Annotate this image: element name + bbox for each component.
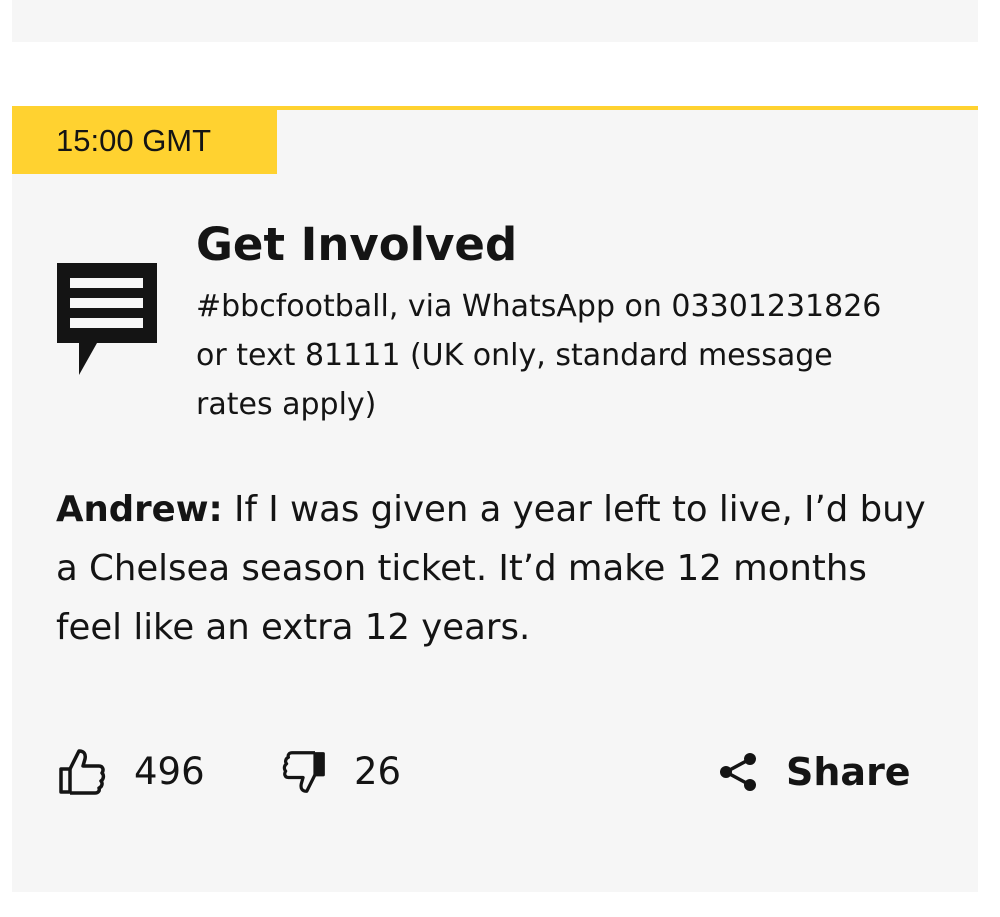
like-count: 496	[134, 750, 205, 793]
comment-author: Andrew:	[56, 489, 223, 530]
thumbs-down-icon	[282, 748, 326, 796]
live-post: 15:00 GMT Get Involved #bbcfootball, via…	[12, 106, 978, 892]
get-involved-text: #bbcfootball, via WhatsApp on 0330123182…	[196, 289, 882, 422]
get-involved-title: Get Involved	[196, 218, 518, 271]
share-icon	[718, 752, 758, 792]
thumbs-up-icon	[58, 748, 106, 796]
share-label: Share	[786, 750, 911, 794]
previous-post-card	[12, 0, 978, 42]
share-button[interactable]: Share	[718, 742, 911, 802]
dislike-count: 26	[354, 750, 402, 793]
post-timestamp: 15:00 GMT	[12, 110, 277, 174]
dislike-button[interactable]: 26	[282, 742, 401, 802]
speech-bubble-icon	[57, 263, 157, 378]
reader-comment: Andrew: If I was given a year left to li…	[56, 480, 936, 657]
like-button[interactable]: 496	[58, 742, 205, 802]
